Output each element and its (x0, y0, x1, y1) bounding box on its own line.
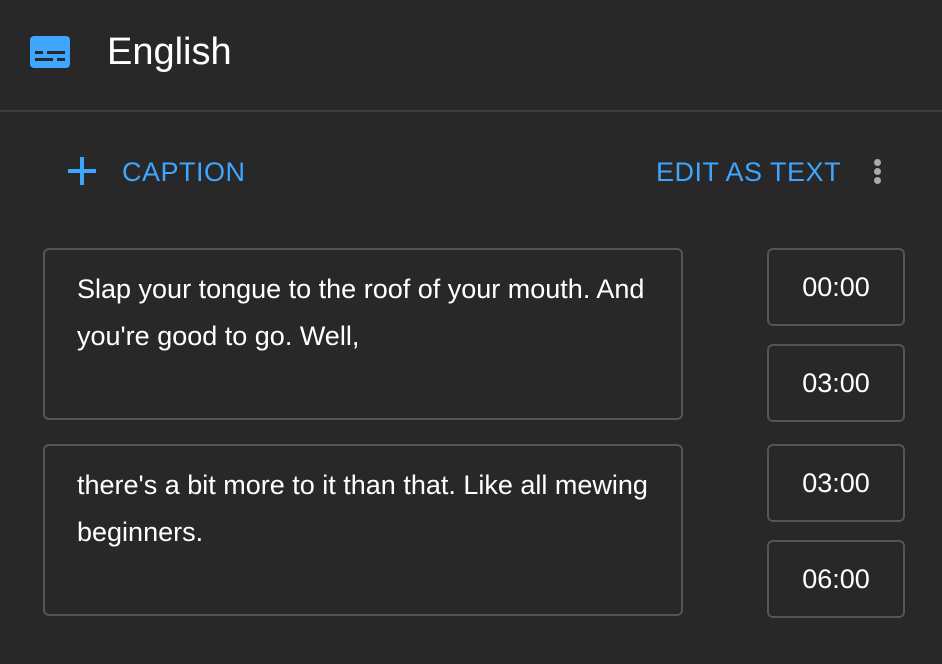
more-vert-icon[interactable] (870, 157, 886, 187)
language-title: English (107, 31, 232, 73)
caption-text-field[interactable]: there's a bit more to it than that. Like… (43, 444, 683, 616)
caption-end-time-field[interactable]: 03:00 (767, 344, 905, 422)
edit-as-text-button[interactable]: EDIT AS TEXT (656, 155, 841, 189)
add-caption-label: CAPTION (122, 157, 246, 187)
caption-start-time-field[interactable]: 00:00 (767, 248, 905, 326)
caption-text-field[interactable]: Slap your tongue to the roof of your mou… (43, 248, 683, 420)
caption-start-time-field[interactable]: 03:00 (767, 444, 905, 522)
caption-end-time-field[interactable]: 06:00 (767, 540, 905, 618)
subtitles-icon (30, 36, 70, 68)
panel-header: English (0, 0, 942, 112)
plus-icon (68, 157, 96, 185)
